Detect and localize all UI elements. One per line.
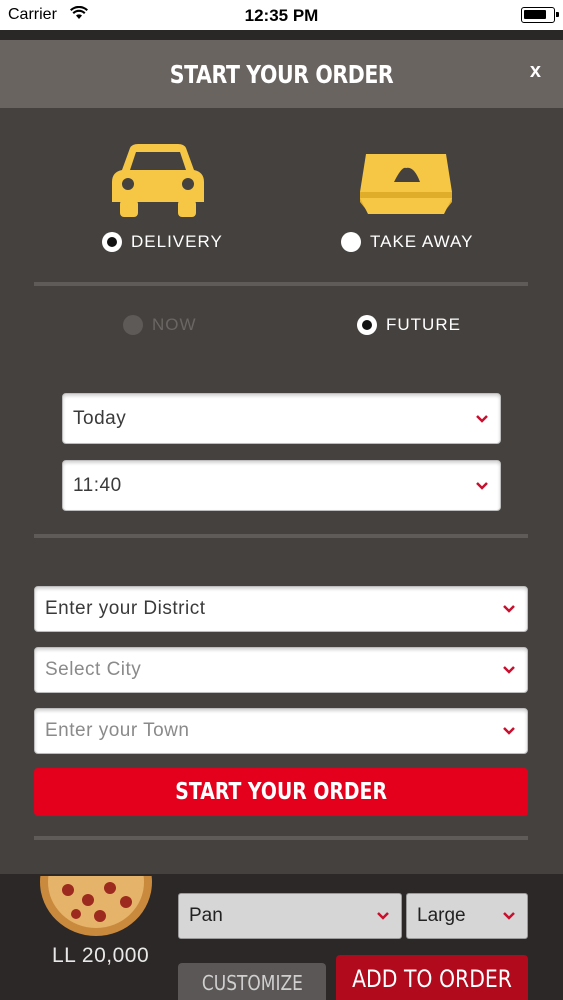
chevron-down-icon bbox=[503, 727, 515, 735]
city-select-placeholder: Select City bbox=[45, 659, 142, 680]
close-button[interactable]: x bbox=[530, 60, 541, 83]
pizza-image bbox=[40, 876, 152, 936]
size-select-value: Large bbox=[417, 905, 466, 926]
delivery-label: DELIVERY bbox=[131, 232, 223, 251]
day-select[interactable]: Today bbox=[62, 393, 501, 444]
day-select-value: Today bbox=[73, 407, 127, 429]
car-icon[interactable] bbox=[112, 142, 204, 218]
time-select-value: 11:40 bbox=[73, 474, 122, 496]
takeaway-radio[interactable]: TAKE AWAY bbox=[341, 232, 473, 252]
divider bbox=[34, 836, 528, 840]
add-to-order-button-label: ADD TO ORDER bbox=[352, 965, 512, 993]
takeaway-radio-dot[interactable] bbox=[341, 232, 361, 252]
customize-button[interactable]: CUSTOMIZE bbox=[178, 963, 326, 1000]
chevron-down-icon bbox=[503, 912, 515, 920]
modal-header: START YOUR ORDER x bbox=[0, 40, 563, 108]
crust-select-value: Pan bbox=[189, 905, 223, 926]
chevron-down-icon bbox=[476, 481, 488, 490]
pizza-box-icon[interactable] bbox=[358, 152, 454, 220]
district-select-value: Enter your District bbox=[45, 598, 206, 619]
add-to-order-button[interactable]: ADD TO ORDER bbox=[336, 955, 528, 1000]
city-select[interactable]: Select City bbox=[34, 647, 528, 693]
chevron-down-icon bbox=[503, 666, 515, 674]
size-select[interactable]: Large bbox=[406, 893, 528, 939]
future-label: FUTURE bbox=[386, 315, 461, 334]
start-order-button[interactable]: START YOUR ORDER bbox=[34, 768, 528, 816]
crust-select[interactable]: Pan bbox=[178, 893, 402, 939]
now-label: NOW bbox=[152, 315, 197, 334]
takeaway-label: TAKE AWAY bbox=[370, 232, 474, 251]
delivery-radio[interactable]: DELIVERY bbox=[102, 232, 223, 252]
district-select[interactable]: Enter your District bbox=[34, 586, 528, 632]
battery-icon bbox=[521, 7, 559, 23]
delivery-radio-dot[interactable] bbox=[102, 232, 122, 252]
future-radio[interactable]: FUTURE bbox=[357, 315, 461, 335]
customize-button-label: CUSTOMIZE bbox=[201, 971, 303, 995]
chevron-down-icon bbox=[503, 605, 515, 613]
status-bar: Carrier 12:35 PM bbox=[0, 0, 563, 30]
chevron-down-icon bbox=[476, 414, 488, 423]
divider bbox=[34, 534, 528, 538]
now-radio-dot[interactable] bbox=[123, 315, 143, 335]
modal-title: START YOUR ORDER bbox=[169, 60, 394, 89]
divider bbox=[34, 282, 528, 286]
start-order-button-label: START YOUR ORDER bbox=[175, 779, 387, 805]
town-select[interactable]: Enter your Town bbox=[34, 708, 528, 754]
town-select-placeholder: Enter your Town bbox=[45, 720, 190, 741]
time-select[interactable]: 11:40 bbox=[62, 460, 501, 511]
future-radio-dot[interactable] bbox=[357, 315, 377, 335]
now-radio[interactable]: NOW bbox=[123, 315, 197, 335]
status-time: 12:35 PM bbox=[244, 6, 319, 25]
chevron-down-icon bbox=[377, 912, 389, 920]
product-price: LL 20,000 bbox=[52, 944, 150, 967]
